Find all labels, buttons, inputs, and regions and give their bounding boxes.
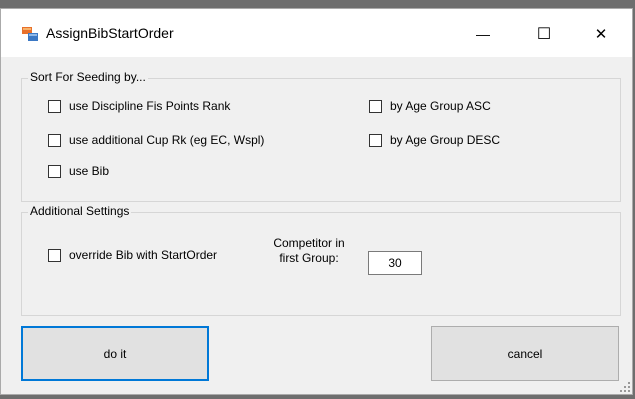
competitor-count-value: 30: [388, 256, 402, 270]
do-it-button[interactable]: do it: [21, 326, 209, 381]
window-title: AssignBibStartOrder: [46, 25, 174, 41]
dialog-window: AssignBibStartOrder — ☐ ✕ Sort For Seedi…: [0, 8, 633, 395]
checkbox-bib[interactable]: use Bib: [48, 164, 109, 178]
sort-group-label: Sort For Seeding by...: [28, 70, 148, 84]
maximize-icon: ☐: [536, 26, 552, 43]
checkbox-label: use Bib: [69, 164, 110, 178]
checkbox-label: override Bib with StartOrder: [69, 248, 218, 262]
checkbox-box[interactable]: [369, 133, 382, 147]
do-it-label: do it: [103, 346, 127, 361]
checkbox-box[interactable]: [48, 133, 61, 147]
checkbox-label: by Age Group ASC: [390, 99, 491, 113]
checkbox-box[interactable]: [48, 99, 61, 113]
checkbox-box[interactable]: [48, 164, 61, 178]
checkbox-box[interactable]: [48, 248, 61, 262]
checkbox-label: use Discipline Fis Points Rank: [69, 99, 231, 113]
checkbox-label: by Age Group DESC: [390, 133, 501, 147]
checkbox-box[interactable]: [369, 99, 382, 113]
competitor-label: Competitor in first Group:: [261, 236, 357, 266]
maximize-button[interactable]: ☐: [521, 19, 567, 49]
minimize-icon: —: [476, 26, 490, 42]
checkbox-age-asc[interactable]: by Age Group ASC: [369, 99, 491, 113]
cancel-label: cancel: [507, 346, 543, 361]
resize-grip-icon[interactable]: [620, 382, 630, 392]
checkbox-cup-rank[interactable]: use additional Cup Rk (eg EC, Wspl): [48, 133, 264, 147]
app-icon: [22, 27, 38, 41]
competitor-label-line1: Competitor in: [273, 236, 345, 250]
close-button[interactable]: ✕: [578, 19, 624, 49]
checkbox-override-bib[interactable]: override Bib with StartOrder: [48, 248, 217, 262]
checkbox-label: use additional Cup Rk (eg EC, Wspl): [69, 133, 265, 147]
checkbox-fis-points[interactable]: use Discipline Fis Points Rank: [48, 99, 230, 113]
minimize-button[interactable]: —: [460, 19, 506, 49]
cancel-button[interactable]: cancel: [431, 326, 619, 381]
competitor-count-input[interactable]: 30: [368, 251, 422, 275]
checkbox-age-desc[interactable]: by Age Group DESC: [369, 133, 500, 147]
competitor-label-line2: first Group:: [279, 251, 339, 265]
additional-group-label: Additional Settings: [28, 204, 132, 218]
title-bar: AssignBibStartOrder — ☐ ✕: [1, 9, 632, 57]
close-icon: ✕: [594, 26, 608, 43]
